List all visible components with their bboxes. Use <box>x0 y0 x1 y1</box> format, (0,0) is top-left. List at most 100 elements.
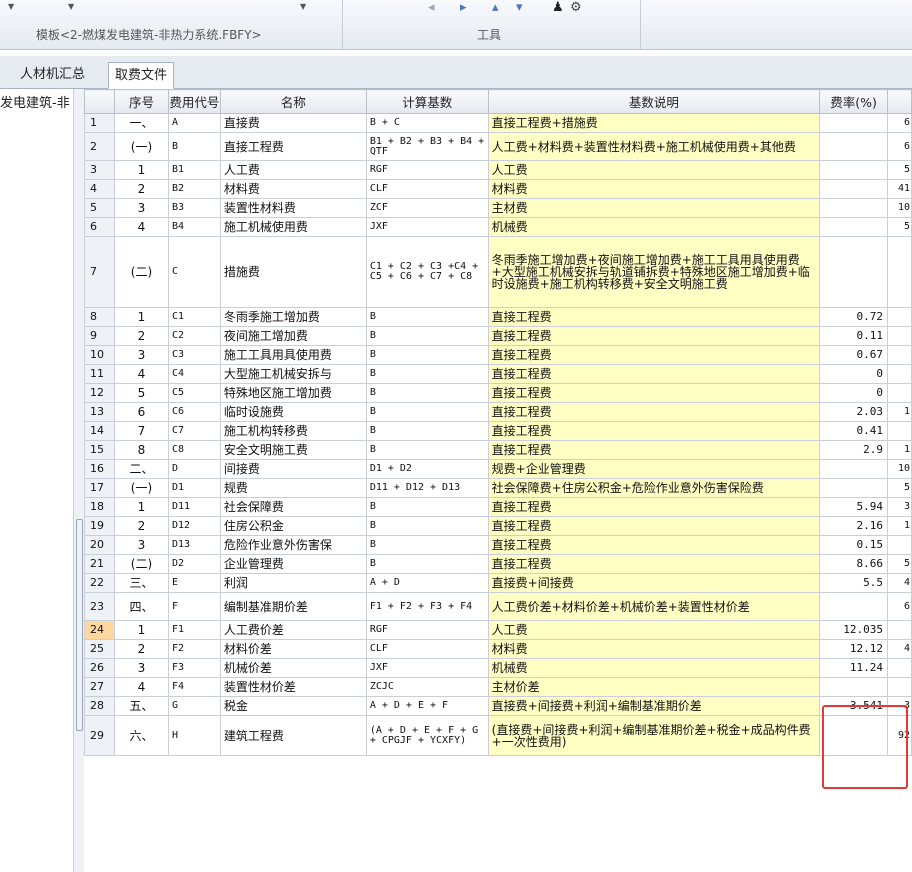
name-cell[interactable]: 规费 <box>219 478 367 498</box>
splitter-handle[interactable] <box>76 519 83 731</box>
dropdown-arrow-icon[interactable]: ▼ <box>68 2 74 11</box>
rate-cell[interactable]: 2.16 <box>819 516 888 536</box>
table-row[interactable]: 21 (二) D2 企业管理费 B 直接工程费 8.66 5 <box>84 554 912 574</box>
row-index-cell[interactable]: 15 <box>84 440 115 460</box>
base-cell[interactable]: B <box>365 440 489 460</box>
rate-cell[interactable]: 0.11 <box>819 326 888 346</box>
code-cell[interactable]: F3 <box>167 658 221 678</box>
rate-cell[interactable]: 0 <box>819 364 888 384</box>
base-cell[interactable]: CLF <box>365 639 489 659</box>
base-cell[interactable]: C1 + C2 + C3 +C4 + C5 + C6 + C7 + C8 <box>365 236 489 308</box>
desc-cell[interactable]: 直接工程费 <box>487 535 821 555</box>
seq-cell[interactable]: 一、 <box>113 113 169 133</box>
code-cell[interactable]: F2 <box>167 639 221 659</box>
rate-cell[interactable]: 0.67 <box>819 345 888 365</box>
row-index-cell[interactable]: 18 <box>84 497 115 517</box>
table-row[interactable]: 7 (二) C 措施费 C1 + C2 + C3 +C4 + C5 + C6 + C7 … <box>84 236 912 308</box>
name-cell[interactable]: 机械价差 <box>219 658 367 678</box>
base-cell[interactable]: B <box>365 326 489 346</box>
arrow-up-icon[interactable]: ▴ <box>492 0 499 15</box>
row-index-cell[interactable]: 2 <box>84 132 115 161</box>
rate-cell[interactable]: 12.12 <box>819 639 888 659</box>
row-index-cell[interactable]: 24 <box>84 620 115 640</box>
rate-cell[interactable]: 11.24 <box>819 658 888 678</box>
table-row[interactable]: 12 5 C5 特殊地区施工增加费 B 直接工程费 0 <box>84 383 912 403</box>
code-cell[interactable]: C5 <box>167 383 221 403</box>
code-cell[interactable]: C4 <box>167 364 221 384</box>
desc-cell[interactable]: 直接工程费 <box>487 440 821 460</box>
seq-cell[interactable]: (一) <box>113 478 169 498</box>
code-cell[interactable]: H <box>167 715 221 756</box>
code-cell[interactable]: D <box>167 459 221 479</box>
row-index-cell[interactable]: 25 <box>84 639 115 659</box>
code-cell[interactable]: D1 <box>167 478 221 498</box>
table-row[interactable]: 23 四、 F 编制基准期价差 F1 + F2 + F3 + F4 人工费价差+材料价差+… <box>84 592 912 621</box>
name-cell[interactable]: 特殊地区施工增加费 <box>219 383 367 403</box>
desc-cell[interactable]: 人工费价差+材料价差+机械价差+装置性材价差 <box>487 592 821 621</box>
desc-cell[interactable]: 直接工程费 <box>487 364 821 384</box>
rate-cell[interactable] <box>819 715 888 756</box>
name-cell[interactable]: 措施费 <box>219 236 367 308</box>
row-index-cell[interactable]: 21 <box>84 554 115 574</box>
seq-cell[interactable]: 1 <box>113 307 169 327</box>
row-index-cell[interactable]: 1 <box>84 113 115 133</box>
code-cell[interactable]: B3 <box>167 198 221 218</box>
seq-cell[interactable]: 1 <box>113 160 169 180</box>
desc-cell[interactable]: 主材费 <box>487 198 821 218</box>
table-row[interactable]: 20 3 D13 危险作业意外伤害保 B 直接工程费 0.15 <box>84 535 912 555</box>
row-index-cell[interactable]: 14 <box>84 421 115 441</box>
seq-cell[interactable]: 1 <box>113 497 169 517</box>
desc-cell[interactable]: 机械费 <box>487 658 821 678</box>
seq-cell[interactable]: (二) <box>113 554 169 574</box>
code-cell[interactable]: D12 <box>167 516 221 536</box>
code-cell[interactable]: F <box>167 592 221 621</box>
table-row[interactable]: 25 2 F2 材料价差 CLF 材料费 12.12 4 <box>84 639 912 659</box>
table-row[interactable]: 19 2 D12 住房公积金 B 直接工程费 2.16 1 <box>84 516 912 536</box>
desc-cell[interactable]: 人工费+材料费+装置性材料费+施工机械使用费+其他费 <box>487 132 821 161</box>
name-cell[interactable]: 税金 <box>219 696 367 716</box>
code-cell[interactable]: C8 <box>167 440 221 460</box>
row-index-cell[interactable]: 29 <box>84 715 115 756</box>
desc-cell[interactable]: 材料费 <box>487 179 821 199</box>
rate-cell[interactable]: 0.41 <box>819 421 888 441</box>
rate-cell[interactable]: 2.03 <box>819 402 888 422</box>
name-cell[interactable]: 危险作业意外伤害保 <box>219 535 367 555</box>
code-cell[interactable]: C6 <box>167 402 221 422</box>
row-index-cell[interactable]: 10 <box>84 345 115 365</box>
table-row[interactable]: 29 六、 H 建筑工程费 (A + D + E + F + G + CPGJF + Y… <box>84 715 912 756</box>
extra-cell[interactable]: 1 <box>886 402 912 422</box>
extra-cell[interactable] <box>886 345 912 365</box>
base-cell[interactable]: D11 + D12 + D13 <box>365 478 489 498</box>
table-row[interactable]: 10 3 C3 施工工具用具使用费 B 直接工程费 0.67 <box>84 345 912 365</box>
base-cell[interactable]: JXF <box>365 658 489 678</box>
desc-cell[interactable]: 直接费+间接费+利润+编制基准期价差 <box>487 696 821 716</box>
rate-cell[interactable] <box>819 217 888 237</box>
base-cell[interactable]: B <box>365 516 489 536</box>
base-cell[interactable]: CLF <box>365 179 489 199</box>
desc-cell[interactable]: 直接费+间接费 <box>487 573 821 593</box>
name-cell[interactable]: 社会保障费 <box>219 497 367 517</box>
code-cell[interactable]: C1 <box>167 307 221 327</box>
name-cell[interactable]: 夜间施工增加费 <box>219 326 367 346</box>
name-cell[interactable]: 人工费价差 <box>219 620 367 640</box>
rate-cell[interactable]: 0 <box>819 383 888 403</box>
seq-cell[interactable]: 7 <box>113 421 169 441</box>
code-cell[interactable]: A <box>167 113 221 133</box>
base-cell[interactable]: B <box>365 364 489 384</box>
extra-cell[interactable]: 4 <box>886 639 912 659</box>
seq-cell[interactable]: 2 <box>113 179 169 199</box>
rate-cell[interactable] <box>819 179 888 199</box>
base-cell[interactable]: A + D + E + F <box>365 696 489 716</box>
extra-cell[interactable]: 1 <box>886 516 912 536</box>
tab-material-summary[interactable]: 人材机汇总 <box>14 62 91 87</box>
code-cell[interactable]: E <box>167 573 221 593</box>
name-cell[interactable]: 企业管理费 <box>219 554 367 574</box>
extra-cell[interactable] <box>886 364 912 384</box>
extra-cell[interactable] <box>886 620 912 640</box>
base-cell[interactable]: B <box>365 535 489 555</box>
seq-cell[interactable]: 3 <box>113 658 169 678</box>
extra-cell[interactable] <box>886 677 912 697</box>
header-base[interactable]: 计算基数 <box>365 89 489 114</box>
name-cell[interactable]: 直接费 <box>219 113 367 133</box>
code-cell[interactable]: C <box>167 236 221 308</box>
